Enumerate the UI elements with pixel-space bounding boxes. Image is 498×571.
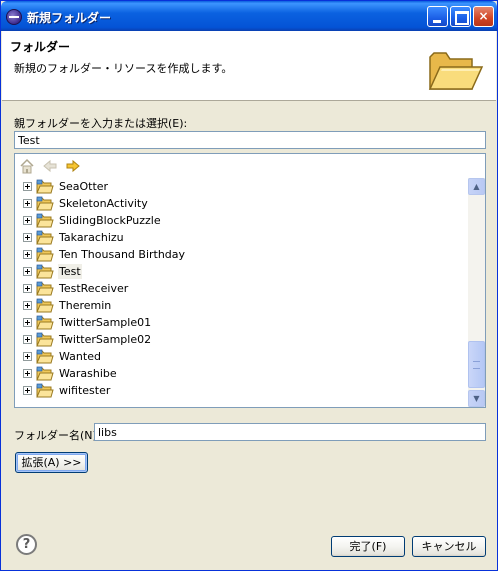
tree-item-label: TwitterSample01: [59, 316, 152, 329]
tree-row-twittersample02[interactable]: TwitterSample02: [15, 331, 467, 348]
tree-row-wanted[interactable]: Wanted: [15, 348, 467, 365]
tree-row-wifitester[interactable]: wifitester: [15, 382, 467, 399]
tree-row-slidingblockpuzzle[interactable]: SlidingBlockPuzzle: [15, 212, 467, 229]
finish-button[interactable]: 完了(F): [331, 536, 405, 557]
minimize-button[interactable]: [427, 6, 448, 27]
tree-row-takarachizu[interactable]: Takarachizu: [15, 229, 467, 246]
scroll-thumb[interactable]: [468, 341, 485, 388]
expand-icon[interactable]: [23, 267, 32, 276]
expand-icon[interactable]: [23, 301, 32, 310]
tree-item-label: TwitterSample02: [59, 333, 152, 346]
expand-icon[interactable]: [23, 182, 32, 191]
parent-folder-label: 親フォルダーを入力または選択(E):: [14, 117, 188, 130]
tree-toolbar: [15, 154, 485, 178]
title-bar[interactable]: 新規フォルダー ×: [1, 1, 497, 31]
project-folder-icon: [36, 315, 54, 330]
project-folder-icon: [36, 383, 54, 398]
project-folder-icon: [36, 247, 54, 262]
tree-row-twittersample01[interactable]: TwitterSample01: [15, 314, 467, 331]
eclipse-icon: [6, 9, 22, 25]
folder-tree: SeaOtter SkeletonActivity SlidingBlockPu…: [14, 153, 486, 408]
tree-item-label: SkeletonActivity: [59, 197, 148, 210]
expand-icon[interactable]: [23, 199, 32, 208]
expand-icon[interactable]: [23, 284, 32, 293]
cancel-button[interactable]: キャンセル: [412, 536, 486, 557]
window-title: 新規フォルダー: [27, 11, 112, 25]
back-arrow-icon[interactable]: [42, 158, 58, 174]
tree-item-label: TestReceiver: [59, 282, 129, 295]
help-icon[interactable]: ?: [16, 534, 37, 555]
project-folder-icon: [36, 366, 54, 381]
expand-icon[interactable]: [23, 352, 32, 361]
tree-item-label-selected: Test: [58, 264, 82, 279]
maximize-button[interactable]: [450, 6, 471, 27]
home-icon[interactable]: [19, 158, 35, 174]
tree-row-skeletonactivity[interactable]: SkeletonActivity: [15, 195, 467, 212]
tree-row-ten-thousand-birthday[interactable]: Ten Thousand Birthday: [15, 246, 467, 263]
project-folder-icon: [36, 298, 54, 313]
folder-name-label: フォルダー名(N):: [14, 429, 101, 442]
tree-item-label: Warashibe: [59, 367, 117, 380]
project-folder-icon: [36, 179, 54, 194]
scroll-down-button[interactable]: ▼: [468, 390, 485, 407]
tree-item-label: SlidingBlockPuzzle: [59, 214, 161, 227]
tree-row-theremin[interactable]: Theremin: [15, 297, 467, 314]
advanced-button[interactable]: 拡張(A) >>: [15, 452, 88, 473]
expand-icon[interactable]: [23, 369, 32, 378]
close-button[interactable]: ×: [473, 6, 494, 27]
header-banner: フォルダー 新規のフォルダー・リソースを作成します。: [2, 31, 496, 101]
tree-row-testreceiver[interactable]: TestReceiver: [15, 280, 467, 297]
tree-item-label: SeaOtter: [59, 180, 109, 193]
tree-scrollbar[interactable]: ▲ ▼: [468, 178, 485, 407]
banner-title: フォルダー: [10, 40, 71, 54]
tree-item-label: Takarachizu: [59, 231, 124, 244]
folder-name-input[interactable]: [94, 423, 486, 441]
project-folder-icon: [36, 264, 54, 279]
tree-item-label: Theremin: [59, 299, 112, 312]
banner-description: 新規のフォルダー・リソースを作成します。: [14, 62, 233, 75]
expand-icon[interactable]: [23, 386, 32, 395]
project-folder-icon: [36, 213, 54, 228]
tree-list: SeaOtter SkeletonActivity SlidingBlockPu…: [15, 178, 467, 407]
tree-item-label: Wanted: [59, 350, 101, 363]
forward-arrow-icon[interactable]: [65, 158, 81, 174]
open-folder-icon: [428, 52, 484, 90]
tree-row-seaotter[interactable]: SeaOtter: [15, 178, 467, 195]
project-folder-icon: [36, 196, 54, 211]
tree-item-label: Ten Thousand Birthday: [59, 248, 186, 261]
expand-icon[interactable]: [23, 318, 32, 327]
scroll-up-button[interactable]: ▲: [468, 178, 485, 195]
expand-icon[interactable]: [23, 335, 32, 344]
expand-icon[interactable]: [23, 250, 32, 259]
expand-icon[interactable]: [23, 216, 32, 225]
parent-folder-input[interactable]: [14, 131, 486, 149]
new-folder-dialog: 新規フォルダー × フォルダー 新規のフォルダー・リソースを作成します。 親フォ…: [0, 0, 498, 571]
tree-row-test[interactable]: Test: [15, 263, 467, 280]
project-folder-icon: [36, 281, 54, 296]
tree-row-warashibe[interactable]: Warashibe: [15, 365, 467, 382]
project-folder-icon: [36, 230, 54, 245]
project-folder-icon: [36, 332, 54, 347]
expand-icon[interactable]: [23, 233, 32, 242]
project-folder-icon: [36, 349, 54, 364]
tree-item-label: wifitester: [59, 384, 111, 397]
